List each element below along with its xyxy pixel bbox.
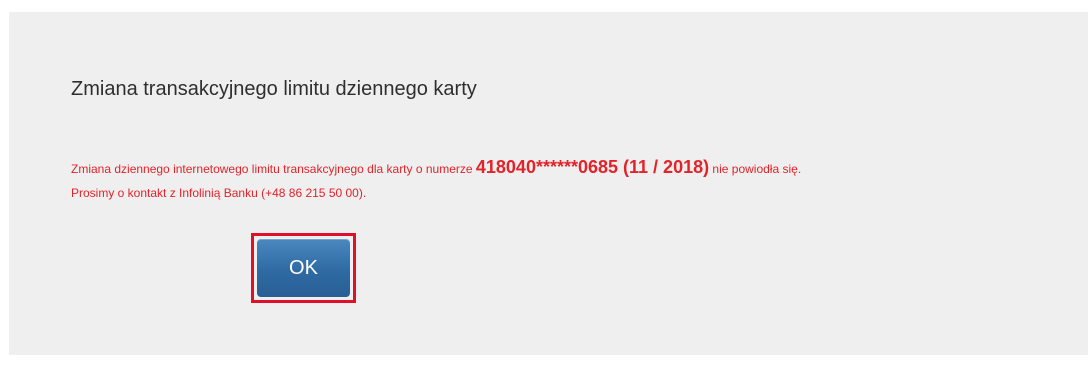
error-message: Zmiana dziennego internetowego limitu tr… bbox=[71, 155, 1081, 205]
dialog-title: Zmiana transakcyjnego limitu dziennego k… bbox=[71, 78, 477, 100]
error-message-suffix: nie powiodła się. bbox=[709, 162, 802, 176]
ok-button[interactable]: OK bbox=[257, 239, 350, 297]
contact-info: Prosimy o kontakt z Infolinią Banku (+48… bbox=[71, 186, 367, 200]
dialog-panel: Zmiana transakcyjnego limitu dziennego k… bbox=[9, 12, 1088, 355]
error-message-text: Zmiana dziennego internetowego limitu tr… bbox=[71, 162, 476, 176]
card-number: 418040******0685 (11 / 2018) bbox=[475, 157, 710, 177]
error-message-line-1: Zmiana dziennego internetowego limitu tr… bbox=[71, 155, 1081, 181]
